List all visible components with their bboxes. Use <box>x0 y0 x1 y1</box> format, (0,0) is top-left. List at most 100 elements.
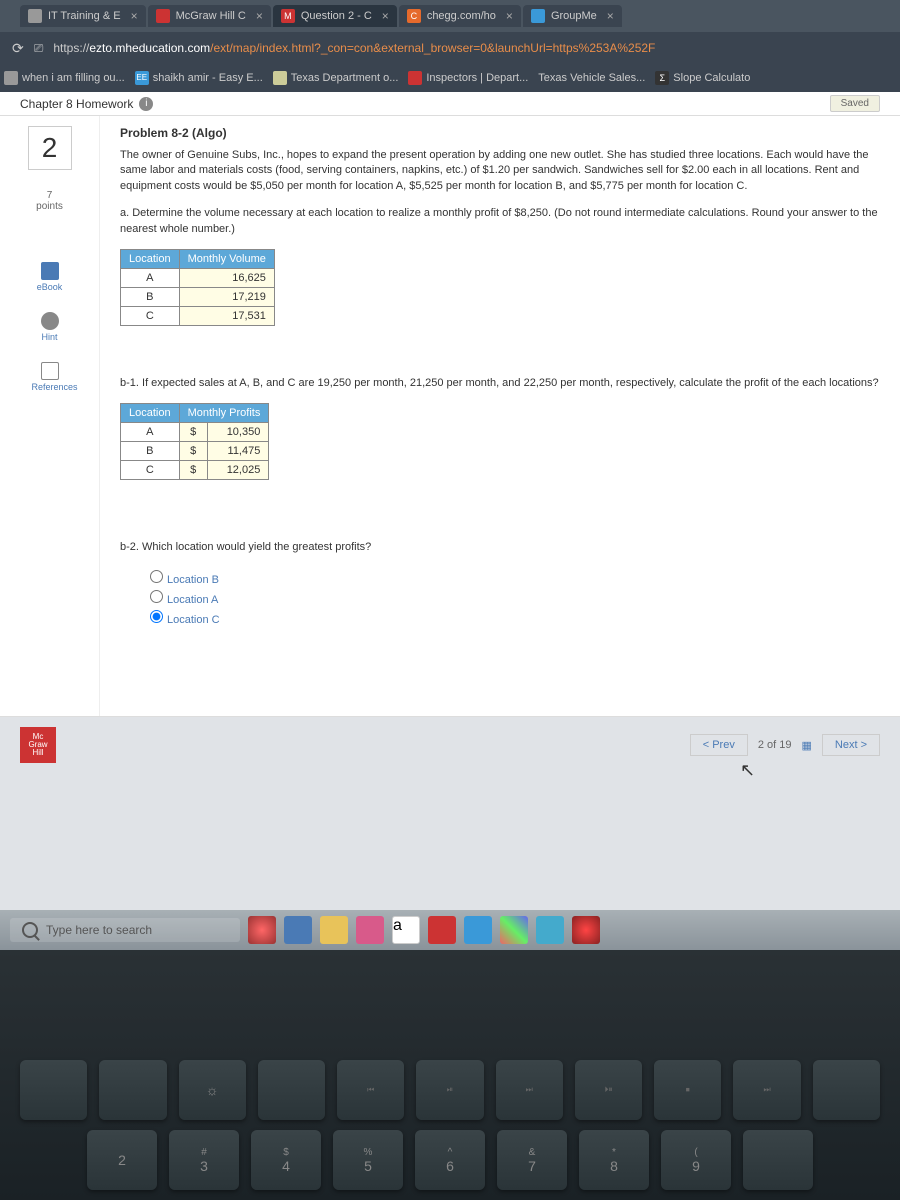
close-icon[interactable]: × <box>607 9 614 23</box>
radio-input[interactable] <box>150 590 163 603</box>
taskbar: Type here to search a <box>0 910 900 950</box>
table-row: C17,531 <box>121 306 275 325</box>
content: 2 7 points eBook Hint References Problem… <box>0 116 900 716</box>
taskbar-icon-app[interactable] <box>464 916 492 944</box>
part-a-prompt: a. Determine the volume necessary at eac… <box>120 206 880 237</box>
key-fn: ⏭ <box>733 1060 800 1120</box>
bookmark-icon <box>408 71 422 85</box>
col-profits: Monthly Profits <box>179 404 269 423</box>
mcgraw-hill-logo: Mc Graw Hill <box>20 727 56 763</box>
url-field[interactable]: https://ezto.mheducation.com/ext/map/ind… <box>53 41 655 55</box>
key-fn: ⏵⏸ <box>575 1060 642 1120</box>
table-row: C$12,025 <box>121 461 269 480</box>
hint-icon <box>41 312 59 330</box>
option-location-a[interactable]: Location A <box>150 588 880 608</box>
favicon: C <box>407 9 421 23</box>
bookmark-slope[interactable]: ΣSlope Calculato <box>655 71 750 85</box>
radio-input[interactable] <box>150 570 163 583</box>
favicon <box>156 9 170 23</box>
option-location-b[interactable]: Location B <box>150 568 880 588</box>
key-0 <box>743 1130 813 1190</box>
table-row: B17,219 <box>121 287 275 306</box>
table-row: B$11,475 <box>121 442 269 461</box>
assignment-title: Chapter 8 Homework i <box>20 97 153 111</box>
part-b1-prompt: b-1. If expected sales at A, B, and C ar… <box>120 376 880 391</box>
reload-icon[interactable]: ⟳ <box>12 40 24 57</box>
next-button[interactable]: Next > <box>822 734 880 756</box>
key-fn: ⏭ <box>496 1060 563 1120</box>
references-icon <box>41 362 59 380</box>
volume-input-a[interactable]: 16,625 <box>179 268 274 287</box>
main: Problem 8-2 (Algo) The owner of Genuine … <box>100 116 900 716</box>
taskbar-icon-edge[interactable] <box>284 916 312 944</box>
key-fn <box>258 1060 325 1120</box>
table-monthly-profits: Location Monthly Profits A$10,350 B$11,4… <box>120 403 269 480</box>
problem-title: Problem 8-2 (Algo) <box>120 126 880 140</box>
taskbar-icon-app[interactable]: a <box>392 916 420 944</box>
site-settings-icon[interactable]: ⎚ <box>34 41 44 56</box>
taskbar-icon-app[interactable] <box>572 916 600 944</box>
function-row: ☼ ⏮ ⏯ ⏭ ⏵⏸ ⏹ ⏭ <box>20 1060 880 1120</box>
saved-badge: Saved <box>830 95 880 112</box>
favicon <box>531 9 545 23</box>
key-2: 2 <box>87 1130 157 1190</box>
bookmark-icon <box>4 71 18 85</box>
key-6: ^6 <box>415 1130 485 1190</box>
info-icon[interactable]: i <box>139 97 153 111</box>
tab-question-2[interactable]: M Question 2 - C × <box>273 5 397 27</box>
number-row: 2 #3 $4 %5 ^6 &7 *8 (9 <box>20 1130 880 1190</box>
taskbar-icon-app[interactable] <box>356 916 384 944</box>
part-b2-prompt: b-2. Which location would yield the grea… <box>120 540 880 555</box>
close-icon[interactable]: × <box>256 9 263 23</box>
question-number: 2 <box>28 126 72 170</box>
bookmark-texas-dept[interactable]: Texas Department o... <box>273 71 399 85</box>
option-location-c[interactable]: Location C <box>150 608 880 628</box>
tab-it-training[interactable]: IT Training & E × <box>20 5 146 27</box>
references-link[interactable]: References <box>32 362 68 392</box>
table-monthly-volume: Location Monthly Volume A16,625 B17,219 … <box>120 249 275 326</box>
ebook-link[interactable]: eBook <box>32 262 68 292</box>
tab-groupme[interactable]: GroupMe × <box>523 5 622 27</box>
key-fn: ⏮ <box>337 1060 404 1120</box>
key-8: *8 <box>579 1130 649 1190</box>
profit-input-c[interactable]: 12,025 <box>207 461 269 480</box>
bookmark-icon: EE <box>135 71 149 85</box>
address-bar: ⟳ ⎚ https://ezto.mheducation.com/ext/map… <box>0 32 900 64</box>
bookmark-filling[interactable]: when i am filling ou... <box>4 71 125 85</box>
cursor-icon: ↖ <box>740 760 755 781</box>
taskbar-icon-store[interactable] <box>500 916 528 944</box>
key-fn: ☼ <box>179 1060 246 1120</box>
close-icon[interactable]: × <box>382 9 389 23</box>
hint-link[interactable]: Hint <box>32 312 68 342</box>
prev-button[interactable]: < Prev <box>690 734 748 756</box>
key-7: &7 <box>497 1130 567 1190</box>
key-fn: ⏹ <box>654 1060 721 1120</box>
taskbar-icon-app[interactable] <box>428 916 456 944</box>
close-icon[interactable]: × <box>131 9 138 23</box>
bookmark-inspectors[interactable]: Inspectors | Depart... <box>408 71 528 85</box>
profit-input-b[interactable]: 11,475 <box>207 442 269 461</box>
volume-input-b[interactable]: 17,219 <box>179 287 274 306</box>
radio-group-location: Location B Location A Location C <box>150 568 880 628</box>
browser-tabs: IT Training & E × McGraw Hill C × M Ques… <box>0 0 900 32</box>
taskbar-search[interactable]: Type here to search <box>10 918 240 942</box>
close-icon[interactable]: × <box>506 9 513 23</box>
bookmark-vehicle-sales[interactable]: Texas Vehicle Sales... <box>538 72 645 84</box>
bookmarks-bar: when i am filling ou... EEshaikh amir - … <box>0 64 900 92</box>
bookmark-shaikh[interactable]: EEshaikh amir - Easy E... <box>135 71 263 85</box>
taskbar-icon-app[interactable] <box>536 916 564 944</box>
tab-chegg[interactable]: C chegg.com/ho × <box>399 5 521 27</box>
taskbar-icon-cortana[interactable] <box>248 916 276 944</box>
volume-input-c[interactable]: 17,531 <box>179 306 274 325</box>
left-gutter: 2 7 points eBook Hint References <box>0 116 100 716</box>
points-label: 7 points <box>36 190 63 212</box>
page-header: Chapter 8 Homework i Saved <box>0 92 900 116</box>
tab-mcgraw[interactable]: McGraw Hill C × <box>148 5 271 27</box>
key-3: #3 <box>169 1130 239 1190</box>
radio-input[interactable] <box>150 610 163 623</box>
profit-input-a[interactable]: 10,350 <box>207 423 269 442</box>
grid-icon[interactable]: ▦ <box>801 739 811 752</box>
taskbar-icon-files[interactable] <box>320 916 348 944</box>
key-fn: ⏯ <box>416 1060 483 1120</box>
keyboard: ☼ ⏮ ⏯ ⏭ ⏵⏸ ⏹ ⏭ 2 #3 $4 %5 ^6 &7 *8 (9 <box>0 950 900 1200</box>
